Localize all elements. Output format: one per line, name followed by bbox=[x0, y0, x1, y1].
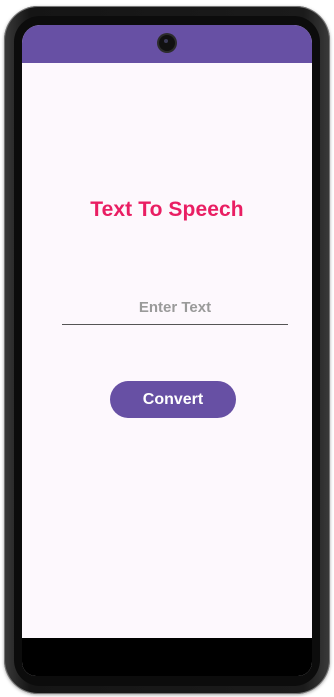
convert-button[interactable]: Convert bbox=[110, 381, 236, 418]
text-input[interactable] bbox=[62, 290, 288, 325]
page-title: Text To Speech bbox=[90, 198, 244, 221]
front-camera-icon bbox=[159, 35, 175, 51]
phone-frame: Text To Speech Convert bbox=[4, 6, 330, 694]
phone-screen: Text To Speech Convert bbox=[22, 25, 312, 676]
phone-bezel: Text To Speech Convert bbox=[14, 16, 320, 686]
status-bar bbox=[22, 25, 312, 63]
navigation-bar bbox=[22, 638, 312, 676]
app-content: Text To Speech Convert bbox=[22, 63, 312, 638]
